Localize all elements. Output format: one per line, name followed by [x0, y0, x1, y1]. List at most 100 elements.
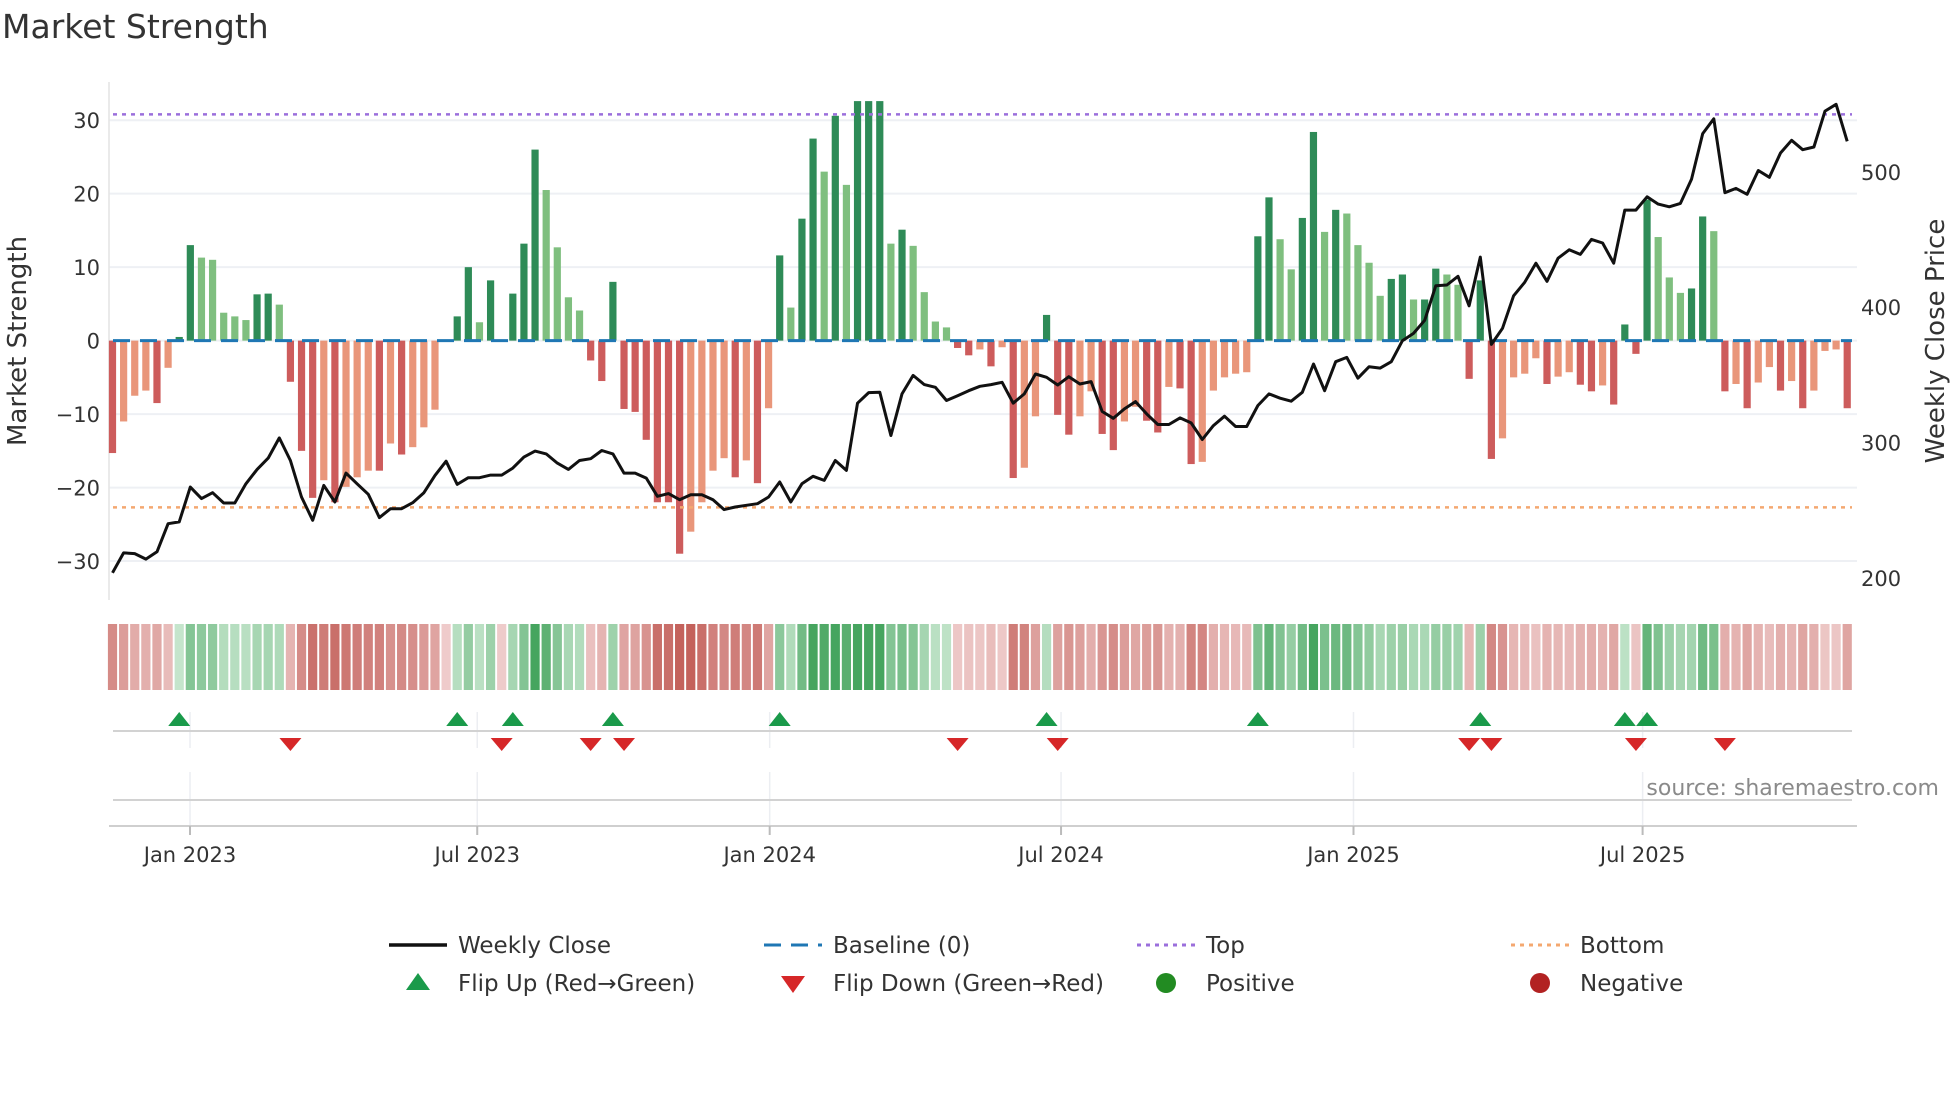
x-tick-label: Jan 2024	[721, 843, 816, 867]
strength-bar	[1309, 131, 1318, 341]
heat-cell	[875, 624, 885, 690]
reference-lines	[113, 113, 1852, 509]
strength-bar	[798, 218, 806, 341]
legend-label-weekly-close: Weekly Close	[458, 933, 611, 959]
heat-cell	[519, 624, 529, 690]
strength-bar	[1265, 197, 1273, 341]
heat-cell	[252, 624, 262, 690]
y-tick-label: 20	[73, 183, 100, 207]
legend-label-top: Top	[1205, 933, 1245, 959]
strength-bar	[642, 340, 650, 440]
strength-bar	[1776, 340, 1785, 391]
heat-cell	[1019, 624, 1029, 690]
heat-cell	[1108, 624, 1118, 690]
x-tick-label: Jul 2023	[433, 843, 520, 867]
strength-bar	[1109, 340, 1117, 451]
y-tick-label: −10	[56, 403, 100, 427]
legend-label-flip-up-red-green: Flip Up (Red→Green)	[458, 971, 695, 997]
strength-bar	[1543, 340, 1551, 384]
heat-cell	[330, 624, 340, 690]
heat-strip	[107, 624, 1852, 690]
strength-bar	[1042, 314, 1051, 341]
strength-bar	[731, 340, 739, 478]
strength-bar	[564, 297, 573, 341]
heat-cell	[374, 624, 384, 690]
heat-cell	[1564, 624, 1574, 690]
heat-cell	[152, 624, 162, 690]
strength-bar	[1220, 340, 1229, 378]
heat-cell	[975, 624, 985, 690]
heat-cell	[419, 624, 429, 690]
heat-cell	[1642, 624, 1652, 690]
flip-down-marker	[1458, 738, 1481, 751]
strength-bar	[1009, 340, 1017, 479]
source-credit: source: sharemaestro.com	[1646, 776, 1939, 801]
heat-cell	[130, 624, 140, 690]
strength-bar	[1320, 231, 1329, 341]
triangle-up-icon	[406, 973, 430, 990]
heat-cell	[1086, 624, 1096, 690]
heat-cell	[1809, 624, 1819, 690]
heat-cell	[1842, 624, 1852, 690]
heat-cell	[1542, 624, 1552, 690]
strength-bar	[1343, 213, 1351, 341]
flip-down-marker	[1713, 738, 1736, 751]
strength-bar	[587, 340, 595, 361]
heat-cell	[1386, 624, 1396, 690]
strength-bar	[342, 340, 350, 487]
heat-cell	[708, 624, 718, 690]
strength-bar	[1699, 216, 1707, 341]
strength-bar	[1710, 231, 1718, 341]
heat-cell	[641, 624, 651, 690]
strength-bar	[920, 292, 928, 341]
strength-bar	[1332, 209, 1340, 341]
flip-down-marker	[1046, 738, 1069, 751]
strength-bar	[631, 340, 639, 412]
strength-bar	[142, 340, 150, 391]
strength-bar	[486, 280, 495, 341]
strength-bar	[1143, 340, 1151, 421]
strength-bar	[664, 340, 673, 503]
heat-cell	[730, 624, 740, 690]
strength-bar	[1532, 340, 1540, 359]
heat-cell	[1553, 624, 1563, 690]
y2-tick-label: 400	[1861, 296, 1901, 320]
heat-cell	[285, 624, 296, 690]
heat-cell	[230, 624, 240, 690]
strength-bar	[1832, 340, 1840, 350]
strength-bar	[1398, 274, 1407, 341]
strength-bar	[409, 340, 417, 448]
heat-cell	[1442, 624, 1452, 690]
flip-up-marker	[768, 712, 791, 726]
heat-cell	[1097, 624, 1107, 690]
heat-cell	[185, 624, 195, 690]
strength-bar	[1065, 340, 1073, 435]
strength-bar	[208, 259, 217, 341]
heat-cell	[663, 624, 674, 690]
heat-cell	[597, 624, 607, 690]
strength-bar	[542, 190, 550, 341]
flip-down-marker	[490, 738, 513, 751]
strength-bar	[1676, 292, 1685, 341]
strength-bar	[364, 340, 372, 471]
strength-bar	[553, 247, 561, 341]
strength-bars	[108, 101, 1851, 554]
heat-cell	[1464, 624, 1474, 690]
heat-cell	[1319, 624, 1330, 690]
flip-up-marker	[501, 712, 524, 726]
strength-bar	[1476, 280, 1484, 341]
heat-cell	[1397, 624, 1408, 690]
legend-label-positive: Positive	[1206, 971, 1295, 997]
heat-cell	[296, 624, 307, 690]
flip-down-marker	[946, 738, 969, 751]
strength-bar	[942, 327, 951, 341]
strength-bar	[1020, 340, 1028, 468]
legend-label-flip-down-green-red: Flip Down (Green→Red)	[833, 971, 1104, 997]
heat-cell	[308, 624, 318, 690]
strength-bar	[1354, 245, 1362, 341]
strength-bar	[809, 138, 817, 341]
strength-bar	[1298, 217, 1306, 341]
heat-cell	[630, 624, 640, 690]
strength-bar	[1732, 340, 1740, 384]
heat-cell	[1453, 624, 1463, 690]
